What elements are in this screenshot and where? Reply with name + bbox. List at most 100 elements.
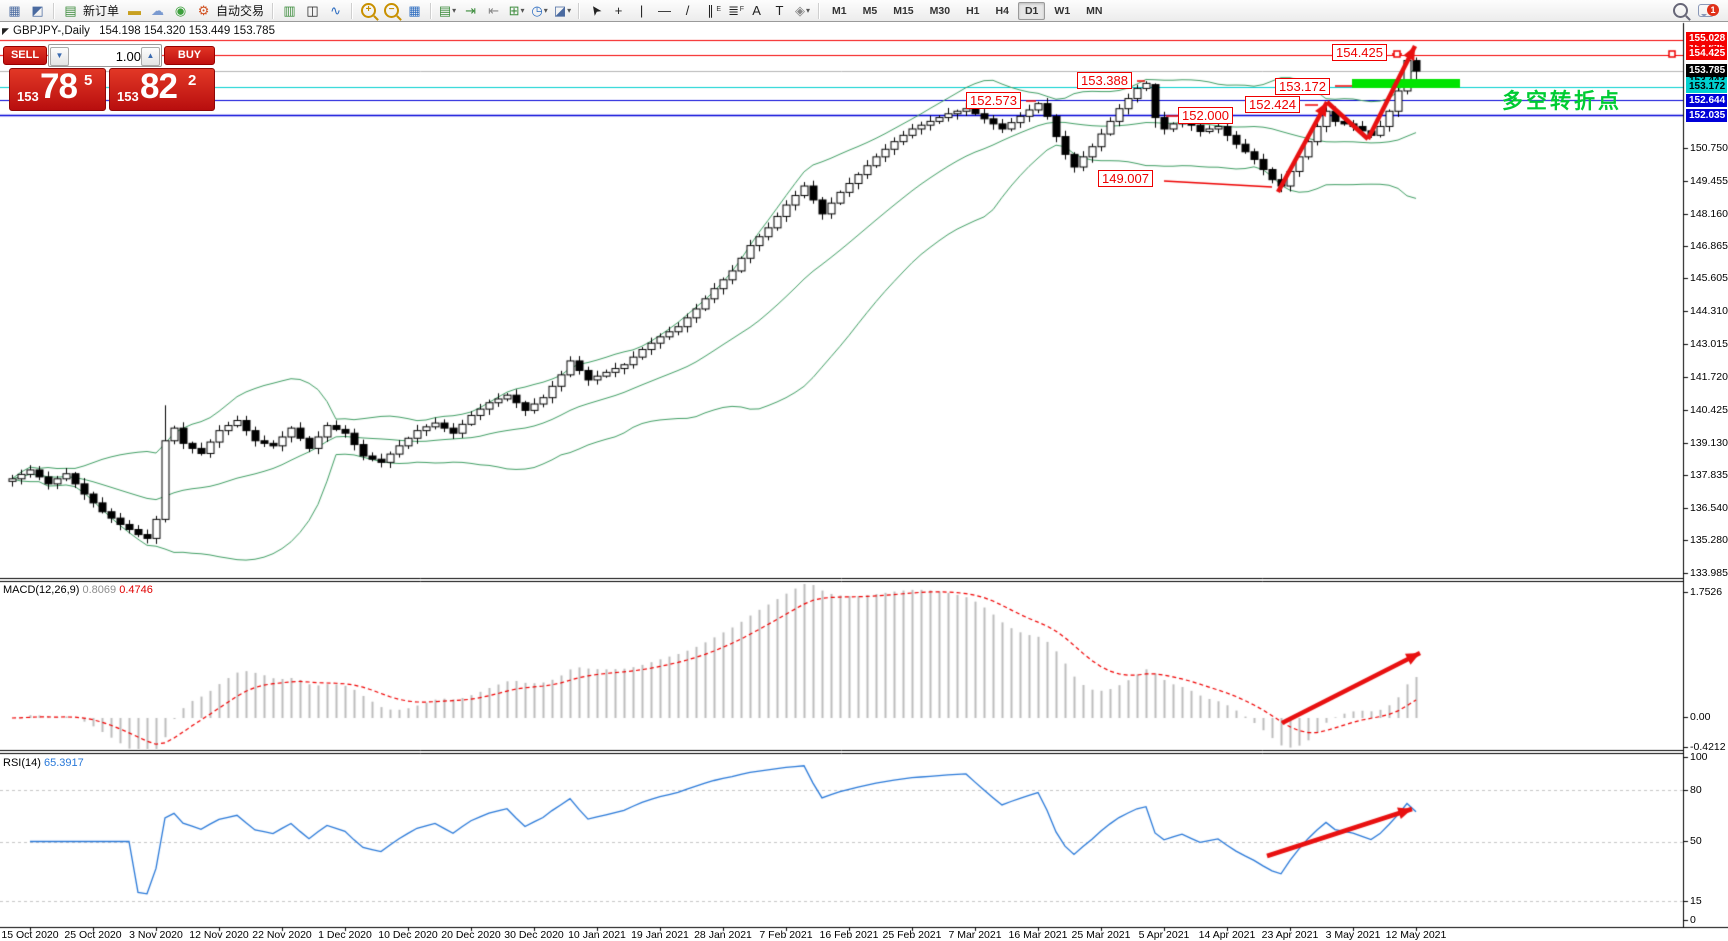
equidistant-channel-icon-sub: E (716, 0, 721, 19)
autotrade-icon: ⚙ (198, 1, 210, 20)
price-tag: 153.172 (1686, 80, 1727, 93)
chart-window-icon[interactable]: ▦ (3, 0, 26, 21)
price-annotation-box[interactable]: 149.007 (1098, 170, 1153, 187)
period-clock-icon[interactable]: ◷▾ (528, 0, 551, 21)
text-label-icon[interactable]: T (768, 0, 791, 21)
date-axis-label: 10 Dec 2020 (378, 929, 438, 941)
timeframe-button-m5[interactable]: M5 (856, 2, 885, 20)
chart-collapse-icon[interactable]: ◤ (2, 26, 9, 37)
price-annotation-box[interactable]: 152.424 (1245, 96, 1300, 113)
search-icon[interactable] (1673, 3, 1688, 18)
autotrade-label[interactable]: 自动交易 (216, 2, 264, 19)
chart-preview-icon[interactable]: ◩ (26, 0, 49, 21)
timeframe-button-m30[interactable]: M30 (923, 2, 957, 20)
buy-price-big: 82 (140, 67, 177, 107)
indicator-axis-label: 0 (1690, 914, 1696, 926)
mt4-terminal: ▦◩▤新订单▬☁◉⚙自动交易▥◫∿+−▦▤▾⇥⇤⊞▾◷▾◪▾➤+|—/∥E≣FA… (0, 0, 1728, 941)
arrows-shapes-icon: ◈ (795, 1, 805, 20)
vertical-line-icon[interactable]: | (630, 0, 653, 21)
toolbar-right: 1 (1673, 3, 1728, 18)
timeframe-button-m15[interactable]: M15 (886, 2, 920, 20)
arrows-shapes-icon[interactable]: ◈▾ (791, 0, 814, 21)
account-cloud-icon[interactable]: ☁ (146, 0, 169, 21)
volume-input[interactable] (69, 46, 143, 66)
price-tag: 155.028 (1686, 32, 1727, 45)
fibonacci-icon: ≣ (728, 1, 739, 20)
signal-icon[interactable]: ◉ (169, 0, 192, 21)
buy-button[interactable]: BUY (164, 46, 215, 65)
price-axis-label: 136.540 (1690, 502, 1728, 514)
gold-bar-icon[interactable]: ▬ (123, 0, 146, 21)
toolbar-separator (818, 3, 820, 19)
buy-price-tile[interactable]: 153 82 2 (109, 68, 215, 111)
sell-button[interactable]: SELL (3, 46, 47, 65)
cursor-icon[interactable]: ➤ (584, 0, 607, 21)
timeframe-button-m1[interactable]: M1 (825, 2, 854, 20)
price-tag: 154.425 (1686, 47, 1727, 60)
price-annotation-box[interactable]: 154.425 (1332, 44, 1387, 61)
date-axis-label: 14 Apr 2021 (1199, 929, 1256, 941)
timeframe-button-d1[interactable]: D1 (1018, 2, 1045, 20)
price-axis-label: 144.310 (1690, 305, 1728, 317)
line-chart-icon[interactable]: ∿ (324, 0, 347, 21)
trendline-icon[interactable]: / (676, 0, 699, 21)
autotrade-icon[interactable]: ⚙ (192, 0, 215, 21)
fibonacci-icon[interactable]: ≣F (722, 0, 745, 21)
candlestick-chart[interactable] (0, 0, 1728, 941)
zoom-out-icon[interactable]: − (380, 0, 403, 21)
new-order-icon[interactable]: ▤ (59, 0, 82, 21)
date-axis-label: 12 May 2021 (1386, 929, 1447, 941)
tile-windows-icon[interactable]: ▦ (403, 0, 426, 21)
price-annotation-box[interactable]: 153.388 (1077, 72, 1132, 89)
toolbar-separator (272, 3, 274, 19)
indicator-axis-label: 1.7526 (1690, 586, 1722, 598)
price-annotation-box[interactable]: 153.172 (1275, 78, 1330, 95)
date-axis-label: 20 Dec 2020 (441, 929, 501, 941)
toolbar-separator (53, 3, 55, 19)
rsi-label: RSI(14) 65.3917 (3, 757, 84, 769)
date-axis-label: 3 Nov 2020 (129, 929, 183, 941)
indicator-axis-label: 15 (1690, 895, 1702, 907)
horizontal-line-icon[interactable]: — (653, 0, 676, 21)
auto-scroll-icon[interactable]: ⇥ (459, 0, 482, 21)
candlestick-chart-icon[interactable]: ◫ (301, 0, 324, 21)
horizontal-line-icon: — (658, 1, 671, 20)
zoom-in-icon[interactable]: + (357, 0, 380, 21)
indicators-icon[interactable]: ▤▾ (436, 0, 459, 21)
chart-preview-icon: ◩ (31, 1, 43, 20)
indicators-icon: ▤ (439, 1, 451, 20)
equidistant-channel-icon[interactable]: ∥E (699, 0, 722, 21)
chart-shift-icon[interactable]: ⇤ (482, 0, 505, 21)
date-axis-label: 23 Apr 2021 (1262, 929, 1319, 941)
template-icon[interactable]: ◪▾ (551, 0, 574, 21)
price-axis-label: 148.160 (1690, 208, 1728, 220)
chat-icon[interactable]: 1 (1698, 4, 1714, 17)
text-icon[interactable]: A (745, 0, 768, 21)
volume-down-button[interactable]: ▼ (50, 47, 69, 66)
symbol-period-label: GBPJPY-,Daily (13, 25, 90, 37)
toolbar-separator (430, 3, 432, 19)
bar-chart-icon[interactable]: ▥ (278, 0, 301, 21)
volume-up-button[interactable]: ▲ (141, 47, 160, 66)
price-tag: 152.644 (1686, 94, 1727, 107)
line-chart-icon: ∿ (330, 1, 341, 20)
sell-price-tile[interactable]: 153 78 5 (9, 68, 106, 111)
price-annotation-box[interactable]: 152.000 (1178, 107, 1233, 124)
date-axis-label: 12 Nov 2020 (189, 929, 249, 941)
macd-label: MACD(12,26,9) 0.8069 0.4746 (3, 584, 153, 596)
date-axis-label: 16 Mar 2021 (1009, 929, 1068, 941)
new-chart-icon[interactable]: ⊞▾ (505, 0, 528, 21)
crosshair-icon[interactable]: + (607, 0, 630, 21)
volume-box: ▼ ▲ (48, 44, 162, 67)
timeframe-button-mn[interactable]: MN (1079, 2, 1109, 20)
timeframe-button-h4[interactable]: H4 (989, 2, 1016, 20)
new-order-label[interactable]: 新订单 (83, 2, 119, 19)
signal-icon: ◉ (175, 1, 186, 20)
tile-windows-icon: ▦ (408, 1, 420, 20)
date-axis-label: 25 Feb 2021 (883, 929, 942, 941)
timeframe-button-h1[interactable]: H1 (959, 2, 986, 20)
sell-price-sup: 5 (84, 72, 92, 89)
timeframe-button-w1[interactable]: W1 (1047, 2, 1077, 20)
vertical-line-icon: | (640, 1, 643, 20)
price-annotation-box[interactable]: 152.573 (966, 92, 1021, 109)
